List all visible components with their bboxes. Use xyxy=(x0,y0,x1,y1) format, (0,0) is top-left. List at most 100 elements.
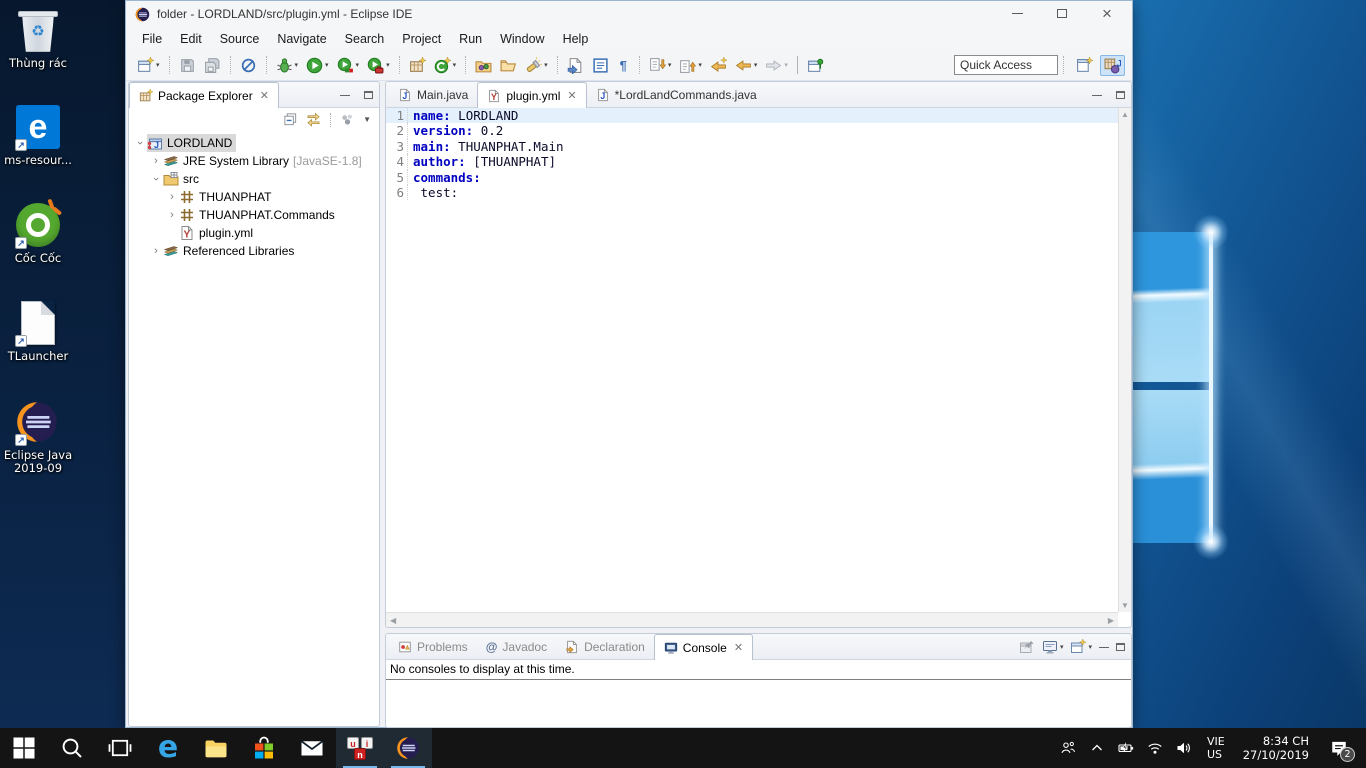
hidden-icons-chevron[interactable] xyxy=(1086,735,1108,761)
tab-lordlandcommands-java[interactable]: *LordLandCommands.java xyxy=(587,82,766,107)
desktop-icon-tlauncher[interactable]: ↗ TLauncher xyxy=(2,301,74,363)
open-console-button[interactable]: ▾ xyxy=(1070,639,1092,655)
menu-file[interactable]: File xyxy=(133,29,171,49)
scroll-right-icon[interactable]: ▶ xyxy=(1108,616,1114,625)
minimize-view-icon[interactable] xyxy=(1092,95,1102,96)
maximize-view-icon[interactable] xyxy=(1116,642,1125,651)
previous-annotation-button[interactable]: ▾ xyxy=(676,55,705,76)
tree-item-jre-system-library[interactable]: › JRE System Library [JavaSE-1.8] xyxy=(129,152,379,170)
view-menu-icon[interactable]: ▼ xyxy=(363,115,371,124)
menu-help[interactable]: Help xyxy=(554,29,598,49)
minimize-view-icon[interactable] xyxy=(340,95,350,96)
action-center-button[interactable]: 2 xyxy=(1322,728,1356,768)
maximize-view-icon[interactable] xyxy=(364,90,373,99)
close-icon[interactable]: ✕ xyxy=(734,641,743,654)
display-selected-console-button[interactable]: ▾ xyxy=(1042,639,1063,655)
vertical-scrollbar[interactable]: ▲ ▼ xyxy=(1118,108,1131,612)
quick-access-input[interactable] xyxy=(954,55,1058,75)
code-line[interactable]: 1 name: LORDLAND xyxy=(386,108,1118,124)
close-icon[interactable]: ✕ xyxy=(260,89,269,102)
tab-problems[interactable]: Problems xyxy=(389,634,477,659)
show-whitespace-button[interactable]: ¶ xyxy=(614,56,633,75)
menu-source[interactable]: Source xyxy=(211,29,269,49)
pin-console-icon[interactable] xyxy=(1019,639,1035,655)
scroll-down-icon[interactable]: ▼ xyxy=(1121,601,1129,610)
people-icon[interactable] xyxy=(1057,735,1079,761)
tree-item-thuanphat-commands[interactable]: › THUANPHAT.Commands xyxy=(129,206,379,224)
menu-window[interactable]: Window xyxy=(491,29,553,49)
code-line[interactable]: 4 author: [THUANPHAT] xyxy=(386,154,1118,170)
new-java-class-button[interactable]: ▾ xyxy=(431,55,460,76)
save-all-button[interactable] xyxy=(201,55,224,76)
clock[interactable]: 8:34 CH 27/10/2019 xyxy=(1237,734,1315,762)
taskbar-store-button[interactable] xyxy=(240,728,288,768)
close-icon[interactable]: ✕ xyxy=(567,89,576,102)
taskbar-search-button[interactable] xyxy=(48,728,96,768)
volume-icon[interactable] xyxy=(1173,735,1195,761)
tab-package-explorer[interactable]: Package Explorer ✕ xyxy=(129,82,279,108)
collapse-all-icon[interactable] xyxy=(283,112,298,127)
expander-icon[interactable]: › xyxy=(149,245,163,257)
run-button[interactable]: ▾ xyxy=(303,55,332,76)
back-button[interactable]: ▾ xyxy=(732,55,761,76)
code-line[interactable]: 6 test: xyxy=(386,184,1118,201)
new-button[interactable]: ▾ xyxy=(134,55,163,76)
external-tools-button[interactable]: ▾ xyxy=(364,55,393,76)
tab-declaration[interactable]: Declaration xyxy=(556,634,654,659)
focus-icon[interactable] xyxy=(340,112,355,127)
link-with-editor-icon[interactable] xyxy=(306,112,321,127)
battery-icon[interactable] xyxy=(1115,735,1137,761)
desktop-icon-ms-resource[interactable]: e ↗ ms-resour... xyxy=(2,105,74,167)
taskbar-edge-button[interactable]: e xyxy=(144,728,192,768)
desktop-icon-recycle-bin[interactable]: ♻ Thùng rác xyxy=(2,8,74,70)
save-button[interactable] xyxy=(176,55,199,76)
taskbar-unikey-button[interactable]: u i n xyxy=(336,728,384,768)
code-line[interactable]: 2 version: 0.2 xyxy=(386,123,1118,139)
tree-item-referenced-libraries[interactable]: › Referenced Libraries xyxy=(129,242,379,260)
last-edit-location-button[interactable] xyxy=(707,55,730,76)
start-button[interactable] xyxy=(0,728,48,768)
tree-item-plugin-yml[interactable]: plugin.yml xyxy=(129,224,379,242)
scroll-up-icon[interactable]: ▲ xyxy=(1121,110,1129,119)
taskbar-file-explorer-button[interactable] xyxy=(192,728,240,768)
task-view-button[interactable] xyxy=(96,728,144,768)
forward-button[interactable]: ▾ xyxy=(762,55,791,76)
maximize-view-icon[interactable] xyxy=(1116,90,1125,99)
maximize-button[interactable] xyxy=(1047,1,1077,26)
close-button[interactable]: × xyxy=(1092,1,1122,26)
menu-edit[interactable]: Edit xyxy=(171,29,211,49)
horizontal-scrollbar[interactable]: ◀ ▶ xyxy=(386,612,1118,627)
code-line[interactable]: 5 commands: xyxy=(386,169,1118,185)
network-icon[interactable] xyxy=(1144,735,1166,761)
expander-icon[interactable]: › xyxy=(149,155,163,167)
tab-console[interactable]: Console ✕ xyxy=(653,634,754,660)
search-button[interactable]: ▾ xyxy=(522,55,551,76)
menu-search[interactable]: Search xyxy=(336,29,394,49)
tree-item-lordland[interactable]: › LORDLAND xyxy=(129,134,379,152)
code-line[interactable]: 3 main: THUANPHAT.Main xyxy=(386,138,1118,155)
open-perspective-button[interactable] xyxy=(1072,55,1097,76)
expander-icon[interactable]: › xyxy=(150,172,162,186)
scroll-left-icon[interactable]: ◀ xyxy=(390,616,396,625)
minimize-view-icon[interactable] xyxy=(1099,647,1109,648)
tree-item-src[interactable]: › src xyxy=(129,170,379,188)
code-editor[interactable]: 1 name: LORDLAND 2 version: 0.2 3 main: THU… xyxy=(386,108,1118,612)
expander-icon[interactable]: › xyxy=(134,136,146,150)
title-bar[interactable]: folder - LORDLAND/src/plugin.yml - Eclip… xyxy=(126,1,1132,27)
tab-plugin-yml[interactable]: plugin.yml ✕ xyxy=(477,82,587,108)
expander-icon[interactable]: › xyxy=(165,209,179,221)
menu-navigate[interactable]: Navigate xyxy=(268,29,335,49)
open-type-button[interactable] xyxy=(472,55,495,76)
java-perspective-button[interactable] xyxy=(1100,54,1125,76)
next-annotation-button[interactable]: ▾ xyxy=(646,55,675,76)
desktop-icon-eclipse[interactable]: ↗ Eclipse Java 2019-09 xyxy=(2,400,74,475)
tree-item-thuanphat[interactable]: › THUANPHAT xyxy=(129,188,379,206)
skip-all-breakpoints-button[interactable] xyxy=(237,55,260,76)
open-element-button[interactable] xyxy=(564,55,587,76)
expander-icon[interactable]: › xyxy=(165,191,179,203)
pin-editor-button[interactable] xyxy=(804,55,827,76)
debug-button[interactable]: ▾ xyxy=(273,55,302,76)
language-indicator[interactable]: VIE US xyxy=(1202,735,1230,761)
new-java-project-button[interactable] xyxy=(406,55,429,76)
minimize-button[interactable] xyxy=(1002,1,1032,26)
